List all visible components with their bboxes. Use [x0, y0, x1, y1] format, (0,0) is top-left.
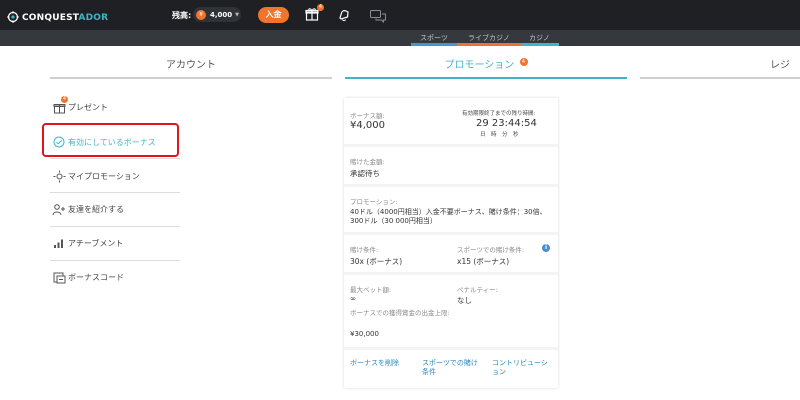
wager-requirement-block: 賭け条件: 30x (ボーナス) スポーツでの賭け条件: x15 (ボーナス) … — [344, 235, 558, 272]
wagered-label: 賭けた金額: — [350, 158, 385, 166]
tab-casino-underline — [521, 43, 559, 46]
bonus-amount-block: ボーナス額: ¥4,000 有効期限終了までの残り時間: 29 23:44:54… — [344, 98, 558, 144]
present-badge: 4 — [61, 96, 68, 103]
gift-badge: 4 — [317, 4, 324, 11]
remaining-time-units: 日 時 分 秒 — [480, 132, 519, 138]
sports-wager-label: スポーツでの賭け条件: — [457, 246, 525, 254]
section-register-line — [640, 77, 800, 79]
menu-item-my-promotion[interactable]: マイプロモーション — [52, 169, 140, 183]
section-register[interactable]: レジ — [640, 52, 800, 78]
menu-divider — [50, 192, 180, 193]
remaining-time-label: 有効期限終了までの残り時間: — [462, 111, 536, 117]
promotion-label: プロモーション: — [350, 198, 398, 206]
section-account[interactable]: アカウント — [50, 52, 332, 78]
delete-bonus-link[interactable]: ボーナスを削除 — [350, 359, 399, 368]
tab-live-casino[interactable]: ライブカジノ — [468, 33, 510, 43]
top-bar: CONQUESTADOR 残高: ¥ 4,000 ▼ 入金 4 — [0, 0, 800, 30]
limits-block: 最大ベット額: ∞ ペナルティー: なし ボーナスでの獲得賞金の出金上限: ¥3… — [344, 275, 558, 347]
max-bet-label: 最大ベット額: — [350, 286, 392, 294]
sports-wager-link[interactable]: スポーツでの賭け条件 — [422, 359, 482, 377]
sub-navigation: スポーツ ライブカジノ カジノ — [0, 30, 800, 46]
bonus-card: ボーナス額: ¥4,000 有効期限終了までの残り時間: 29 23:44:54… — [344, 98, 558, 388]
balance-dropdown[interactable]: ¥ 4,000 ▼ — [193, 7, 241, 22]
menu-divider — [50, 158, 180, 159]
links-block: ボーナスを削除 スポーツでの賭け条件 コントリビューション — [344, 350, 558, 388]
section-promotion-line — [345, 77, 627, 79]
contribution-link[interactable]: コントリビューション — [492, 359, 554, 377]
section-account-line — [50, 77, 332, 79]
menu-item-bonus-code[interactable]: ボーナスコード — [52, 270, 124, 284]
balance-value: 4,000 — [210, 10, 233, 19]
wagered-block: 賭けた金額: 承認待ち — [344, 147, 558, 184]
coin-icon: ¥ — [196, 9, 206, 20]
logo-icon — [7, 8, 19, 27]
tab-casino[interactable]: カジノ — [529, 33, 550, 43]
balance-label: 残高: — [172, 11, 192, 20]
tab-sports-underline — [411, 43, 457, 46]
penalty-label: ペナルティー: — [457, 286, 498, 294]
menu-item-label: プレゼント — [68, 102, 108, 112]
promotion-value: 40ドル（4000円相当）入金不要ボーナス、賭け条件：30倍、300ドル（30 … — [350, 208, 547, 225]
bar-chart-icon — [52, 236, 66, 250]
section-promotion-label: プロモーション — [444, 60, 515, 71]
sports-wager-value: x15 (ボーナス) — [457, 257, 510, 266]
wager-requirement-value: 30x (ボーナス) — [350, 257, 403, 266]
menu-item-achievement[interactable]: アチーブメント — [52, 236, 123, 250]
bonus-amount-label: ボーナス額: — [350, 112, 385, 120]
promotion-block: プロモーション: 40ドル（4000円相当）入金不要ボーナス、賭け条件：30倍、… — [344, 187, 558, 232]
megaphone-icon — [52, 169, 66, 183]
max-bet-value: ∞ — [350, 294, 357, 303]
gift-icon: 4 — [52, 96, 68, 114]
logo-text: CONQUESTADOR — [22, 12, 109, 23]
tab-live-casino-underline — [457, 43, 521, 46]
menu-item-label: アチーブメント — [68, 238, 124, 248]
logo[interactable]: CONQUESTADOR — [7, 8, 108, 27]
code-icon — [52, 270, 66, 284]
menu-item-label: 友達を紹介する — [68, 204, 124, 214]
menu-divider — [50, 226, 180, 227]
section-account-label: アカウント — [166, 60, 216, 71]
chat-icon[interactable] — [370, 8, 386, 27]
deposit-button[interactable]: 入金 — [258, 7, 289, 23]
section-promotion[interactable]: プロモーション 4 — [345, 52, 627, 78]
menu-divider — [50, 260, 180, 261]
penalty-value: なし — [457, 296, 472, 305]
wager-requirement-label: 賭け条件: — [350, 246, 379, 254]
chevron-down-icon: ▼ — [235, 11, 240, 18]
info-icon[interactable]: i — [542, 244, 550, 252]
users-add-icon — [52, 202, 66, 216]
menu-item-present[interactable]: 4 プレゼント — [52, 96, 108, 114]
menu-item-label: ボーナスコード — [68, 272, 124, 282]
section-promotion-badge: 4 — [519, 58, 528, 66]
max-withdraw-label: ボーナスでの獲得賞金の出金上限: — [350, 309, 450, 317]
max-withdraw-value: ¥30,000 — [350, 330, 379, 338]
tab-sports[interactable]: スポーツ — [420, 33, 448, 43]
remaining-time-value: 29 23:44:54 — [476, 118, 537, 129]
bell-icon[interactable] — [337, 7, 351, 26]
section-register-label: レジ — [770, 60, 790, 71]
menu-item-label: マイプロモーション — [68, 171, 140, 181]
menu-item-refer-friend[interactable]: 友達を紹介する — [52, 202, 124, 216]
bonus-amount-value: ¥4,000 — [350, 120, 385, 131]
highlight-box — [42, 123, 179, 157]
wagered-value: 承認待ち — [350, 169, 380, 178]
